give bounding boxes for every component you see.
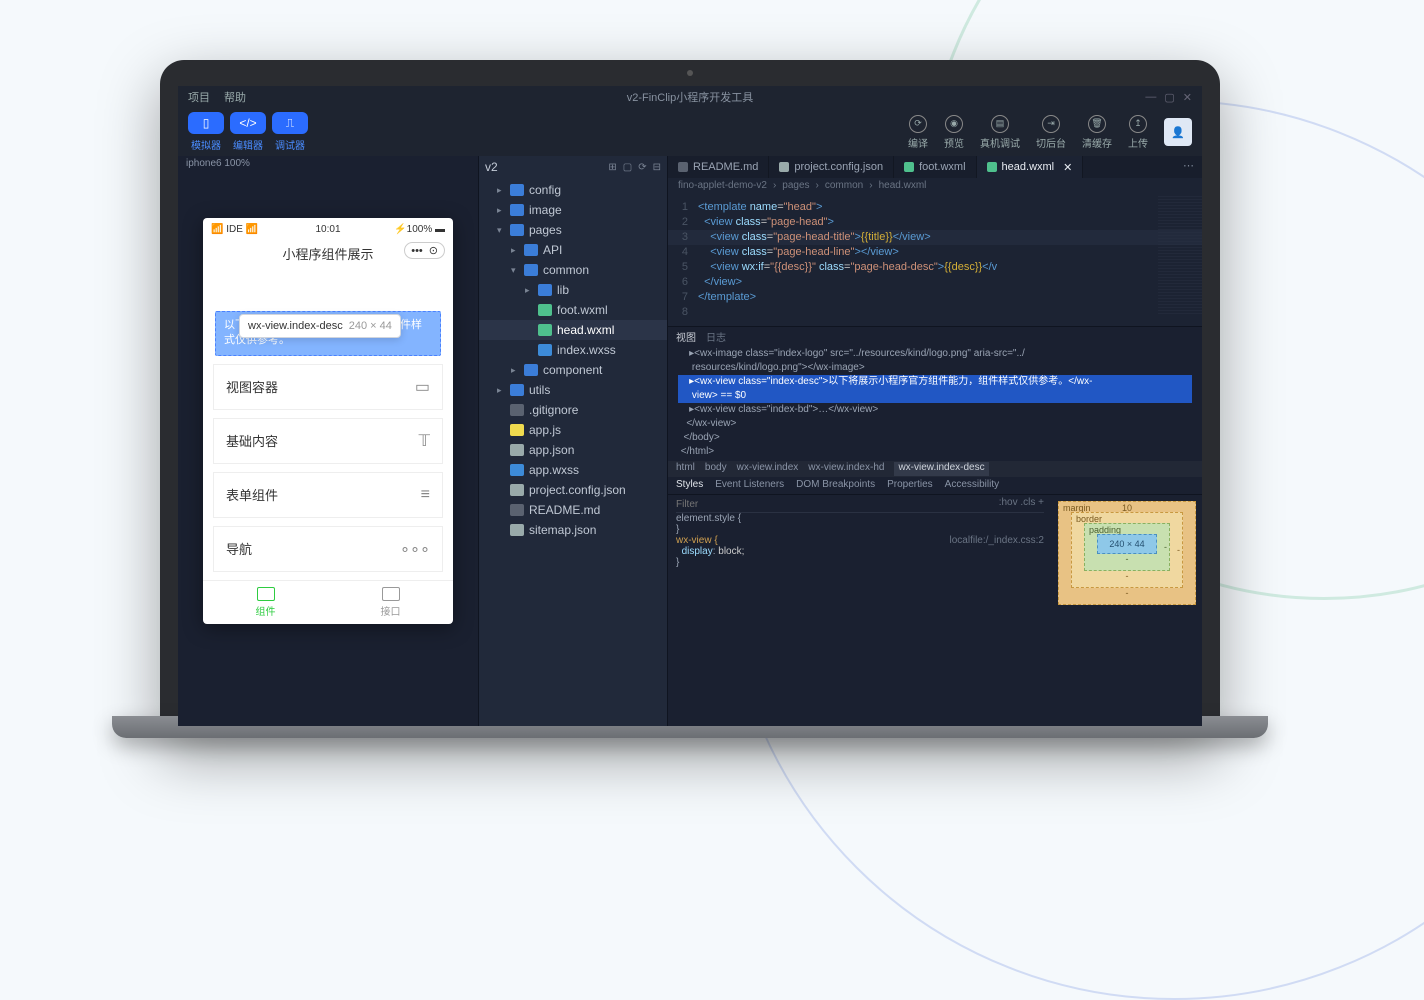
- tabs-overflow-icon[interactable]: ⋯: [1175, 156, 1202, 178]
- file-node[interactable]: foot.wxml: [479, 300, 667, 320]
- breadcrumb[interactable]: fino-applet-demo-v2›pages›common›head.wx…: [668, 178, 1202, 196]
- folder-node[interactable]: ▸component: [479, 360, 667, 380]
- tree-root[interactable]: v2: [485, 160, 498, 174]
- card-item[interactable]: 导航∘∘∘: [213, 526, 443, 572]
- menu-bar: 项目 帮助 v2-FinClip小程序开发工具 — ▢ ✕: [178, 86, 1202, 108]
- menu-project[interactable]: 项目: [188, 89, 210, 105]
- file-node[interactable]: project.config.json: [479, 480, 667, 500]
- remote-debug-button[interactable]: ▤真机调试: [980, 115, 1020, 150]
- minimize-icon[interactable]: —: [1145, 91, 1156, 104]
- folder-node[interactable]: ▸lib: [479, 280, 667, 300]
- folder-node[interactable]: ▾common: [479, 260, 667, 280]
- minimap[interactable]: [1158, 196, 1202, 316]
- tab-api[interactable]: 接口: [328, 581, 453, 624]
- tab-component[interactable]: 组件: [203, 581, 328, 624]
- element-tooltip: wx-view.index-desc240 × 44: [239, 314, 401, 338]
- new-folder-icon[interactable]: ▢: [623, 162, 632, 173]
- dom-tree[interactable]: ▸<wx-image class="index-logo" src="../re…: [668, 345, 1202, 461]
- file-node[interactable]: index.wxss: [479, 340, 667, 360]
- background-button[interactable]: ⇥切后台: [1036, 115, 1066, 150]
- upload-button[interactable]: ↥上传: [1128, 115, 1148, 150]
- file-node[interactable]: app.json: [479, 440, 667, 460]
- new-file-icon[interactable]: ⊞: [608, 162, 616, 173]
- box-model: margin10 border- padding- 240 × 44 - - -: [1052, 495, 1202, 726]
- simulator-toggle[interactable]: ▯: [188, 112, 224, 134]
- hov-toggle[interactable]: :hov: [999, 497, 1018, 512]
- compile-button[interactable]: ⟳编译: [908, 115, 928, 150]
- card-item[interactable]: 基础内容𝕋: [213, 418, 443, 464]
- devtools-subtab[interactable]: DOM Breakpoints: [796, 479, 875, 492]
- editor-tab[interactable]: foot.wxml: [894, 156, 976, 178]
- close-icon[interactable]: ✕: [1183, 91, 1192, 104]
- cls-toggle[interactable]: .cls: [1020, 497, 1035, 512]
- styles-filter-input[interactable]: [676, 497, 999, 512]
- file-node[interactable]: .gitignore: [479, 400, 667, 420]
- folder-node[interactable]: ▸utils: [479, 380, 667, 400]
- simulator-label: 模拟器: [191, 137, 221, 152]
- debugger-label: 调试器: [275, 137, 305, 152]
- devtools-tab-view[interactable]: 视图: [676, 329, 696, 343]
- devtools-panel: 视图 日志 ▸<wx-image class="index-logo" src=…: [668, 326, 1202, 726]
- editor-tab[interactable]: head.wxml✕: [977, 156, 1084, 178]
- menu-help[interactable]: 帮助: [224, 89, 246, 105]
- dom-breadcrumb[interactable]: htmlbodywx-view.indexwx-view.index-hdwx-…: [668, 461, 1202, 477]
- capsule-button[interactable]: •••⊙: [404, 242, 445, 259]
- editor-label: 编辑器: [233, 137, 263, 152]
- card-item[interactable]: 视图容器▭: [213, 364, 443, 410]
- element-style-rule[interactable]: element.style {: [676, 513, 1044, 524]
- devtools-subtab[interactable]: Styles: [676, 479, 703, 492]
- styles-panel[interactable]: :hov .cls + element.style { } </span><sp…: [668, 495, 1052, 726]
- editor-tab[interactable]: README.md: [668, 156, 769, 178]
- laptop-frame: 项目 帮助 v2-FinClip小程序开发工具 — ▢ ✕ ▯ 模拟器 </> 编辑…: [160, 60, 1220, 738]
- editor-tab[interactable]: project.config.json: [769, 156, 894, 178]
- file-node[interactable]: sitemap.json: [479, 520, 667, 540]
- code-editor[interactable]: 1<template name="head">2 <view class="pa…: [668, 196, 1202, 326]
- folder-node[interactable]: ▸image: [479, 200, 667, 220]
- ide-window: 项目 帮助 v2-FinClip小程序开发工具 — ▢ ✕ ▯ 模拟器 </> 编辑…: [178, 86, 1202, 726]
- refresh-icon[interactable]: ⟳: [638, 162, 646, 173]
- debugger-toggle[interactable]: ⎍: [272, 112, 308, 134]
- window-title: v2-FinClip小程序开发工具: [178, 89, 1202, 105]
- devtools-subtab[interactable]: Properties: [887, 479, 933, 492]
- device-label[interactable]: iphone6 100%: [178, 156, 478, 178]
- folder-node[interactable]: ▾pages: [479, 220, 667, 240]
- clear-cache-button[interactable]: 🗑清缓存: [1082, 115, 1112, 150]
- file-node[interactable]: head.wxml: [479, 320, 667, 340]
- toolbar: ▯ 模拟器 </> 编辑器 ⎍ 调试器 ⟳编译 ◉预览 ▤真机调试 ⇥切后台 🗑清缓存…: [178, 108, 1202, 156]
- phone-preview: 📶 IDE 📶 10:01 ⚡100% ▬ 小程序组件展示 •••⊙ wx-vi…: [203, 218, 453, 624]
- status-time: 10:01: [203, 224, 453, 235]
- maximize-icon[interactable]: ▢: [1164, 91, 1174, 104]
- devtools-subtab[interactable]: Accessibility: [945, 479, 999, 492]
- nav-title: 小程序组件展示: [282, 247, 373, 262]
- card-item[interactable]: 表单组件≡: [213, 472, 443, 518]
- folder-node[interactable]: ▸API: [479, 240, 667, 260]
- editor-toggle[interactable]: </>: [230, 112, 266, 134]
- file-node[interactable]: app.wxss: [479, 460, 667, 480]
- add-style-icon[interactable]: +: [1038, 497, 1044, 512]
- file-node[interactable]: app.js: [479, 420, 667, 440]
- file-node[interactable]: README.md: [479, 500, 667, 520]
- camera-dot: [687, 70, 693, 76]
- collapse-icon[interactable]: ⊟: [653, 162, 661, 173]
- devtools-tab-log[interactable]: 日志: [706, 329, 726, 343]
- editor-pane: README.mdproject.config.jsonfoot.wxmlhea…: [668, 156, 1202, 726]
- preview-button[interactable]: ◉预览: [944, 115, 964, 150]
- avatar[interactable]: 👤: [1164, 118, 1192, 146]
- simulator-pane: iphone6 100% 📶 IDE 📶 10:01 ⚡100% ▬ 小程序组件…: [178, 156, 478, 726]
- devtools-subtab[interactable]: Event Listeners: [715, 479, 784, 492]
- box-content: 240 × 44: [1097, 534, 1157, 554]
- file-tree-pane: v2 ⊞ ▢ ⟳ ⊟ ▸config▸image▾pages▸API▾commo…: [478, 156, 668, 726]
- folder-node[interactable]: ▸config: [479, 180, 667, 200]
